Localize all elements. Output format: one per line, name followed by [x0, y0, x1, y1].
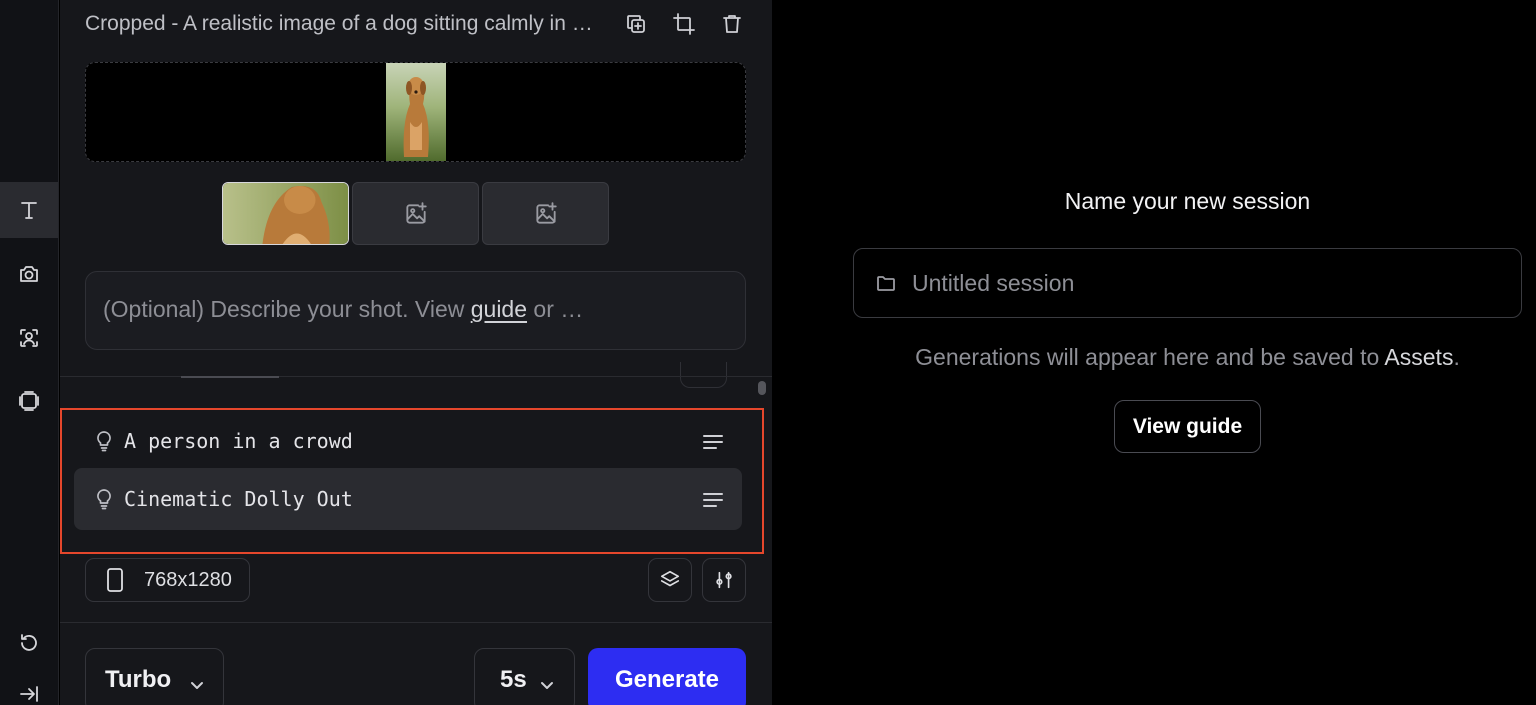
frames-icon: [19, 391, 39, 411]
layers-button[interactable]: [648, 558, 692, 602]
reference-thumbnails: [222, 182, 609, 245]
divider: [60, 376, 772, 377]
layers-icon: [660, 570, 680, 587]
text-tool-button[interactable]: [0, 182, 58, 238]
lightbulb-icon: [94, 430, 114, 452]
generate-button[interactable]: Generate: [588, 648, 746, 705]
sliders-icon: [716, 571, 732, 589]
chevron-down-icon: [189, 672, 205, 689]
duration-select[interactable]: 5s: [474, 648, 575, 705]
add-image-icon: [405, 201, 427, 224]
asset-title: Cropped - A realistic image of a dog sit…: [85, 12, 600, 35]
divider: [60, 622, 772, 623]
settings-button[interactable]: [702, 558, 746, 602]
frames-tool-button[interactable]: [0, 373, 58, 429]
add-reference-slot[interactable]: [352, 182, 479, 245]
suggestion-item[interactable]: Cinematic Dolly Out: [74, 468, 742, 530]
add-image-icon: [535, 201, 557, 224]
collapse-icon: [20, 686, 38, 702]
tool-rail: [0, 0, 59, 705]
suggestion-item[interactable]: A person in a crowd: [74, 410, 742, 472]
asset-title-row: Cropped - A realistic image of a dog sit…: [85, 8, 745, 40]
note-text: Generations will appear here and be save…: [915, 344, 1385, 370]
view-guide-button[interactable]: View guide: [1114, 400, 1261, 453]
add-reference-slot[interactable]: [482, 182, 609, 245]
suggestion-label: A person in a crowd: [124, 429, 353, 453]
dog-thumbnail-image: [223, 183, 348, 244]
aspect-ratio-button[interactable]: 768x1280: [85, 558, 250, 602]
session-title: Name your new session: [1064, 188, 1311, 214]
camera-icon: [20, 266, 38, 282]
reference-thumbnail-selected[interactable]: [222, 182, 349, 245]
model-select[interactable]: Turbo: [85, 648, 224, 705]
prompt-placeholder-suffix: or …: [527, 296, 584, 322]
prompt-placeholder: (Optional) Describe your shot. View: [103, 296, 471, 322]
session-name-field[interactable]: [853, 248, 1522, 318]
details-icon[interactable]: [702, 432, 724, 450]
tab-indicator: [181, 376, 279, 378]
image-preview: [85, 62, 746, 162]
collapse-panel-button[interactable]: [0, 666, 58, 705]
face-scan-icon: [20, 329, 38, 347]
model-label: Turbo: [105, 666, 172, 693]
duplicate-button[interactable]: [623, 8, 649, 40]
folder-icon: [877, 276, 895, 291]
note-period: .: [1453, 344, 1460, 370]
duplicate-icon: [627, 15, 645, 33]
crop-button[interactable]: [671, 8, 697, 40]
scrollbar[interactable]: [758, 381, 766, 395]
session-name-input[interactable]: [912, 269, 1472, 297]
suggestion-label: Cinematic Dolly Out: [124, 487, 353, 511]
prompt-input[interactable]: (Optional) Describe your shot. View guid…: [85, 271, 746, 350]
suggestions-list: A person in a crowd Cinematic Dolly Out: [60, 408, 764, 554]
guide-link[interactable]: guide: [471, 296, 527, 322]
undo-button[interactable]: [0, 615, 58, 671]
prompt-options-button[interactable]: [680, 362, 727, 388]
lightbulb-icon: [94, 488, 114, 510]
chevron-down-icon: [539, 672, 555, 689]
delete-button[interactable]: [719, 8, 745, 40]
details-icon[interactable]: [702, 490, 724, 508]
dog-image: [386, 63, 446, 161]
camera-tool-button[interactable]: [0, 246, 58, 302]
aspect-ratio-label: 768x1280: [144, 568, 232, 591]
trash-icon: [723, 15, 741, 33]
generations-note: Generations will appear here and be save…: [853, 344, 1522, 371]
duration-label: 5s: [500, 666, 527, 693]
text-icon: [21, 202, 37, 219]
character-tool-button[interactable]: [0, 310, 58, 366]
assets-link[interactable]: Assets: [1384, 344, 1453, 370]
crop-icon: [673, 13, 695, 35]
phone-portrait-icon: [107, 568, 123, 592]
undo-icon: [21, 634, 37, 651]
generation-panel: Cropped - A realistic image of a dog sit…: [60, 0, 772, 705]
